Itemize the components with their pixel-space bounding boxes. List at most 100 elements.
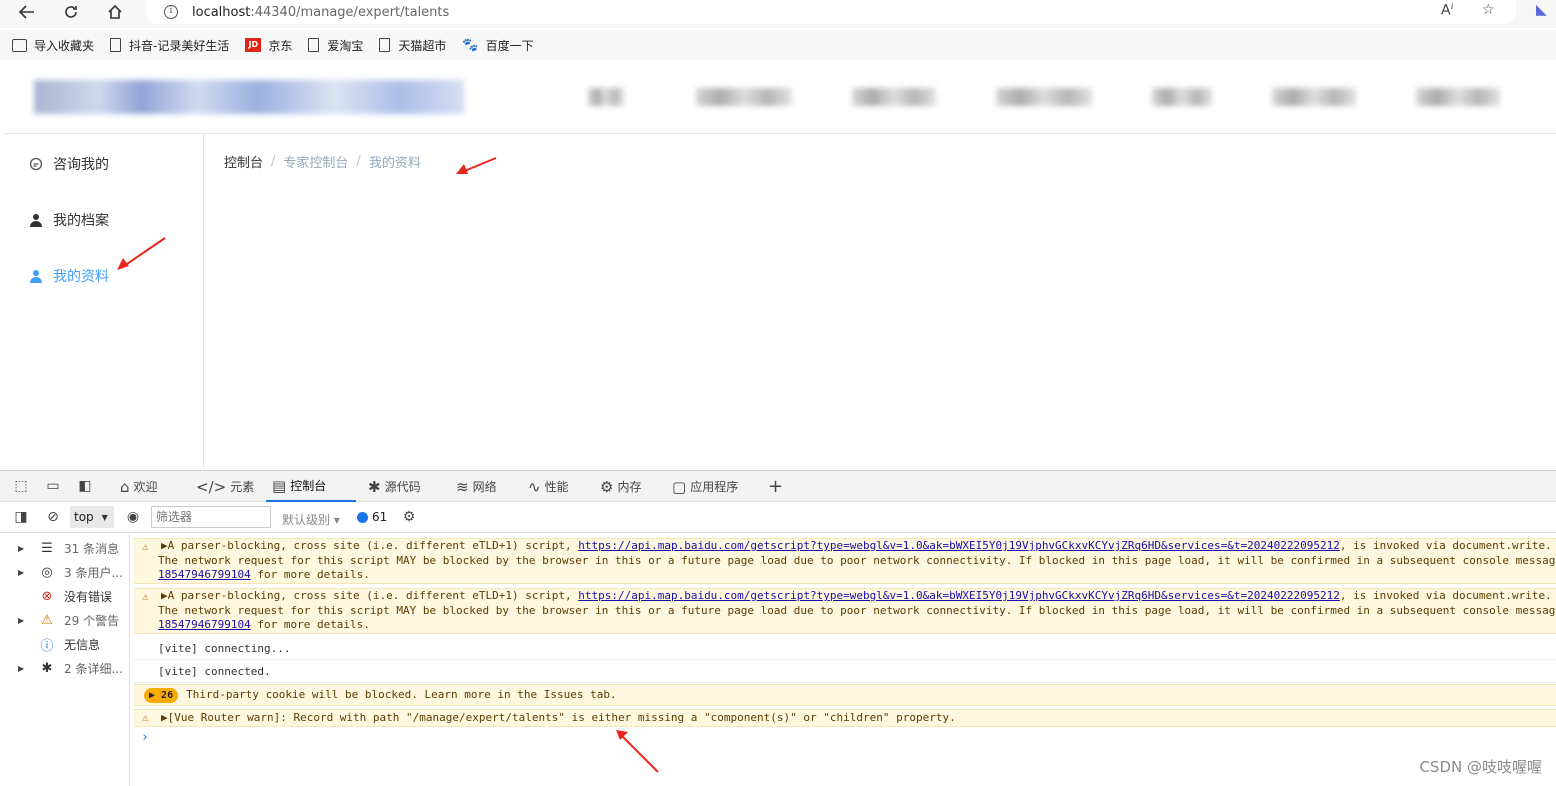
user-icon (28, 212, 44, 228)
page-icon (379, 38, 391, 52)
message-text: ▶A parser-blocking, cross site (i.e. dif… (161, 539, 579, 552)
tab-memory[interactable]: ⚙ 内存 (594, 471, 647, 502)
bug-icon: ✱ (41, 660, 53, 676)
annotation-arrow (117, 237, 166, 270)
tab-performance[interactable]: ∿ 性能 (522, 471, 575, 502)
address-bar[interactable]: i localhost:44340/manage/expert/talents (146, 0, 1516, 24)
tab-application[interactable]: ▢ 应用程序 (666, 471, 744, 502)
blurred-nav-item[interactable] (852, 88, 936, 106)
console-line: ▶[Vue Router warn]: Record with path "/m… (161, 711, 956, 724)
console-warning[interactable]: ⚠ ▶A parser-blocking, cross site (i.e. d… (134, 538, 1556, 584)
warning-icon: ⚠ (142, 590, 149, 603)
sidebar-toggle-icon[interactable]: ◨ (12, 509, 30, 525)
dock-icon[interactable]: ◧ (76, 478, 94, 494)
details-link[interactable]: 18547946799104 (158, 568, 251, 581)
blurred-nav-item[interactable] (1416, 88, 1500, 106)
filter-errors[interactable]: ⊗ 没有错误 (0, 585, 130, 607)
console-issue-group[interactable]: ▶ 26 Third-party cookie will be blocked. … (134, 684, 1556, 706)
warning-icon: ⚠ (41, 612, 53, 628)
add-tab-button[interactable]: + (762, 471, 789, 502)
filter-warnings[interactable]: ▶ ⚠ 29 个警告 (0, 609, 130, 631)
reload-icon (65, 6, 77, 18)
breadcrumb-item[interactable]: 控制台 (224, 152, 263, 171)
blurred-nav-item[interactable] (1152, 88, 1212, 106)
console-warning[interactable]: ⚠ ▶[Vue Router warn]: Record with path "… (134, 709, 1556, 727)
filter-info[interactable]: ⓘ 无信息 (0, 633, 130, 655)
script-link[interactable]: https://api.map.baidu.com/getscript?type… (578, 539, 1340, 552)
bookmark-label: 导入收藏夹 (34, 38, 95, 53)
tab-label: 网络 (472, 480, 497, 494)
message-text: Third-party cookie will be blocked. Lear… (186, 688, 617, 701)
bookmark-baidu[interactable]: 🐾 百度一下 (462, 37, 533, 54)
tab-elements[interactable]: </> 元素 (190, 471, 260, 502)
device-emulation-icon[interactable]: ▭ (44, 478, 62, 494)
filter-user-messages[interactable]: ▶ ◎ 3 条用户... (0, 561, 130, 583)
application-icon: ▢ (672, 477, 687, 496)
bug-icon: ✱ (368, 477, 381, 496)
filter-input[interactable] (151, 506, 271, 528)
console-warning[interactable]: ⚠ ▶A parser-blocking, cross site (i.e. d… (134, 588, 1556, 634)
code-icon: </> (196, 477, 227, 496)
tab-label: 源代码 (384, 480, 421, 494)
warning-icon: ⚠ (142, 711, 149, 724)
blurred-nav-item[interactable] (696, 88, 792, 106)
back-button[interactable] (12, 0, 42, 24)
home-button[interactable] (100, 0, 130, 24)
favorite-star-icon[interactable]: ☆ (1482, 2, 1495, 18)
expand-triangle-icon: ▶ (18, 567, 25, 577)
blurred-nav-item[interactable] (996, 88, 1092, 106)
sidebar-item-my-info[interactable]: 我的资料 (28, 266, 109, 286)
settings-gear-icon[interactable]: ⚙ (400, 509, 418, 525)
breadcrumb-separator: / (271, 154, 276, 169)
clear-console-icon[interactable]: ⊘ (44, 509, 62, 525)
issue-count-badge[interactable]: ▶ 26 (144, 688, 179, 703)
sidebar-item-label: 我的资料 (53, 269, 109, 285)
filter-messages[interactable]: ▶ ☰ 31 条消息 (0, 537, 130, 559)
reload-button[interactable] (56, 0, 86, 24)
expand-triangle-icon: ▶ (18, 543, 25, 553)
console-log[interactable]: [vite] connecting... (134, 638, 1556, 660)
bookmark-label: 京东 (268, 38, 293, 53)
eye-icon[interactable]: ◉ (124, 509, 142, 525)
read-aloud-icon[interactable]: Aⅈ (1441, 2, 1453, 19)
tab-sources[interactable]: ✱ 源代码 (362, 471, 427, 502)
page-icon (110, 38, 122, 52)
url-text[interactable]: localhost:44340/manage/expert/talents (192, 5, 449, 20)
inspect-icon[interactable]: ⬚ (12, 478, 30, 494)
console-log[interactable]: [vite] connected. (134, 661, 1556, 683)
sidebar-item-profile[interactable]: 我的档案 (28, 210, 109, 230)
console-output: ⚠ ▶A parser-blocking, cross site (i.e. d… (131, 534, 1556, 786)
sidebar-item-label: 我的档案 (53, 213, 109, 229)
bookmark-douyin[interactable]: 抖音-记录美好生活 (110, 37, 229, 54)
breadcrumb-item-current: 我的资料 (368, 156, 421, 171)
blurred-nav-item[interactable] (1272, 88, 1356, 106)
sidebar-item-consult[interactable]: 咨询我的 (28, 154, 109, 174)
bookmark-import[interactable]: 导入收藏夹 (12, 37, 94, 54)
filter-label: 2 条详细... (64, 661, 123, 676)
url-path: :44340/manage/expert/talents (250, 4, 450, 20)
blurred-nav-item[interactable] (588, 88, 624, 106)
breadcrumb: 控制台 / 专家控制台 / 我的资料 (224, 152, 421, 171)
tab-welcome[interactable]: ⌂ 欢迎 (114, 471, 164, 502)
expand-triangle-icon: ▶ (18, 615, 25, 625)
bookmark-jd[interactable]: JD 京东 (245, 37, 292, 54)
details-link[interactable]: 18547946799104 (158, 618, 251, 631)
filter-verbose[interactable]: ▶ ✱ 2 条详细... (0, 657, 130, 679)
bookmark-taobao[interactable]: 爱淘宝 (308, 37, 363, 54)
console-line: [vite] connected. (158, 665, 271, 678)
watermark: CSDN @吱吱喔喔 (1419, 758, 1542, 776)
expand-triangle-icon: ▶ (18, 663, 25, 673)
tab-network[interactable]: ≋ 网络 (450, 471, 503, 502)
console-prompt[interactable]: › (141, 730, 149, 745)
breadcrumb-item[interactable]: 专家控制台 (283, 152, 348, 171)
bookmark-tmall[interactable]: 天猫超市 (379, 37, 446, 54)
copilot-icon[interactable]: ◣ (1536, 2, 1547, 18)
breadcrumb-separator: / (356, 154, 361, 169)
context-select[interactable]: top ▼ (70, 506, 114, 528)
tab-console[interactable]: ▤ 控制台 (266, 471, 356, 502)
log-level-select[interactable]: 默认级别 ▾ (282, 511, 340, 528)
script-link[interactable]: https://api.map.baidu.com/getscript?type… (578, 589, 1340, 602)
info-icon[interactable]: i (164, 5, 178, 19)
issues-counter[interactable]: 61 (357, 510, 387, 524)
tab-label: 欢迎 (133, 480, 158, 494)
